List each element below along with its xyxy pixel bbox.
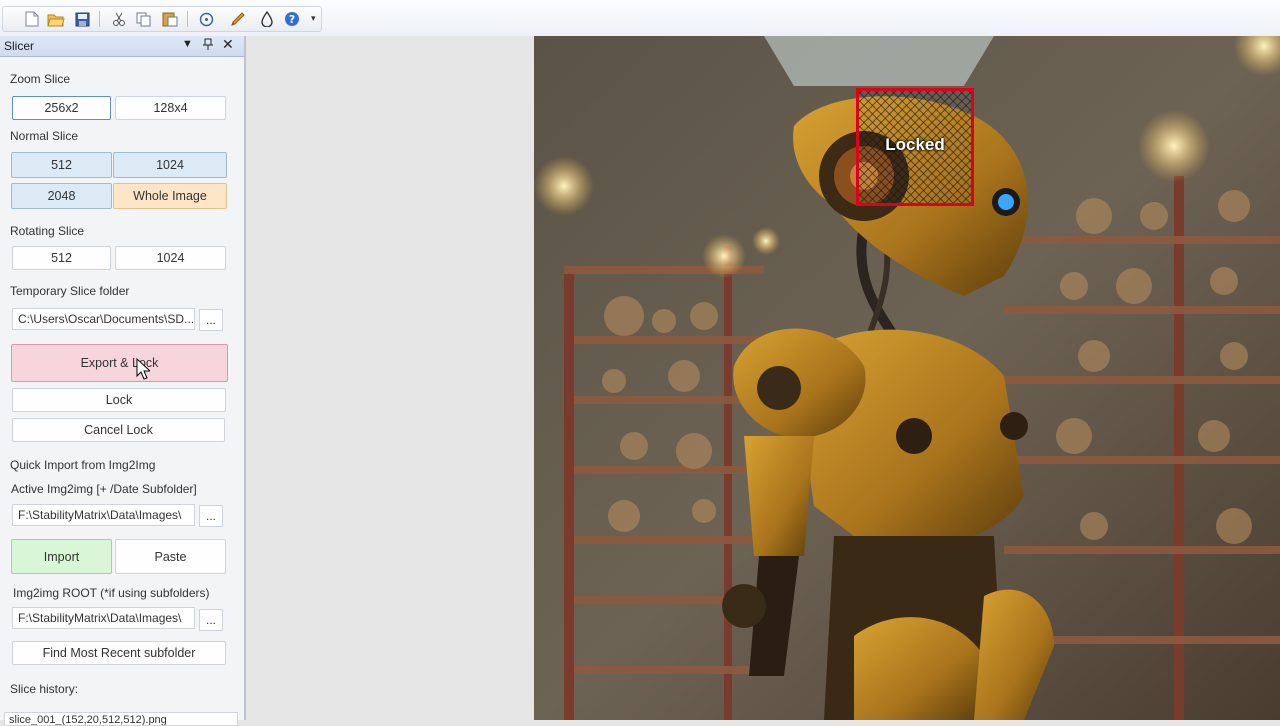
slice-history-label: Slice history: (10, 682, 79, 696)
locked-label: Locked (885, 135, 945, 154)
image-canvas[interactable]: Locked (534, 36, 1280, 720)
pin-icon[interactable] (203, 38, 213, 53)
help-icon[interactable]: ? (283, 10, 301, 28)
slice-history-list[interactable]: slice_001_(152,20,512,512).png (4, 712, 238, 726)
active-img2img-label: Active Img2img [+ /Date Subfolder] (11, 482, 197, 496)
canvas-background (246, 36, 534, 720)
panel-title: Slicer (4, 39, 35, 53)
temp-folder-field[interactable]: C:\Users\Oscar\Documents\SD... (12, 308, 195, 330)
normal-2048-button[interactable]: 2048 (11, 183, 112, 209)
export-lock-button[interactable]: Export & Lock (11, 344, 228, 382)
active-img2img-browse-button[interactable]: ... (199, 505, 223, 527)
toolbar-separator (99, 11, 100, 27)
panel-menu-icon[interactable]: ▼ (182, 38, 193, 50)
cut-icon[interactable] (110, 10, 128, 28)
new-document-icon[interactable] (23, 10, 41, 28)
paste-button[interactable]: Paste (115, 539, 226, 574)
open-folder-icon[interactable] (47, 10, 65, 28)
rotating-slice-label: Rotating Slice (10, 224, 85, 238)
img2img-root-label: Img2img ROOT (*if using subfolders) (13, 586, 210, 600)
rotating-1024-button[interactable]: 1024 (115, 246, 226, 270)
cancel-lock-button[interactable]: Cancel Lock (12, 418, 225, 442)
zoom-slice-label: Zoom Slice (10, 72, 71, 86)
close-icon[interactable]: ✕ (222, 36, 234, 53)
drop-icon[interactable] (258, 10, 276, 28)
mouse-cursor-icon (136, 357, 152, 383)
find-recent-subfolder-button[interactable]: Find Most Recent subfolder (12, 641, 226, 665)
paste-icon[interactable] (161, 10, 179, 28)
zoom-128x4-button[interactable]: 128x4 (115, 96, 226, 120)
import-button[interactable]: Import (11, 539, 112, 574)
whole-image-button[interactable]: Whole Image (113, 183, 227, 209)
brush-icon[interactable] (229, 10, 247, 28)
toolbar-separator (187, 11, 188, 27)
rotating-512-button[interactable]: 512 (12, 246, 111, 270)
target-icon[interactable] (197, 10, 215, 28)
svg-text:?: ? (289, 13, 295, 26)
zoom-256x2-button[interactable]: 256x2 (12, 96, 111, 120)
active-img2img-field[interactable]: F:\StabilityMatrix\Data\Images\ (12, 504, 195, 526)
temp-folder-label: Temporary Slice folder (10, 284, 130, 298)
slicer-panel: Slicer ▼ ✕ Zoom Slice 256x2 128x4 Normal… (0, 36, 246, 726)
temp-folder-browse-button[interactable]: ... (199, 309, 223, 331)
locked-region[interactable]: Locked (856, 88, 974, 206)
quick-import-label: Quick Import from Img2Img (10, 458, 156, 472)
normal-slice-label: Normal Slice (10, 129, 79, 143)
toolbar-overflow-icon[interactable]: ▾ (311, 13, 316, 24)
save-icon[interactable] (73, 10, 91, 28)
panel-title-bar: Slicer ▼ ✕ (0, 36, 244, 57)
toolbar: ? ▾ (0, 0, 1280, 37)
normal-512-button[interactable]: 512 (11, 152, 112, 178)
img2img-root-browse-button[interactable]: ... (199, 609, 223, 631)
toolbar-strip: ? ▾ (2, 6, 322, 32)
normal-1024-button[interactable]: 1024 (113, 152, 227, 178)
img2img-root-field[interactable]: F:\StabilityMatrix\Data\Images\ (12, 607, 195, 629)
copy-icon[interactable] (135, 10, 153, 28)
lock-button[interactable]: Lock (12, 388, 226, 412)
